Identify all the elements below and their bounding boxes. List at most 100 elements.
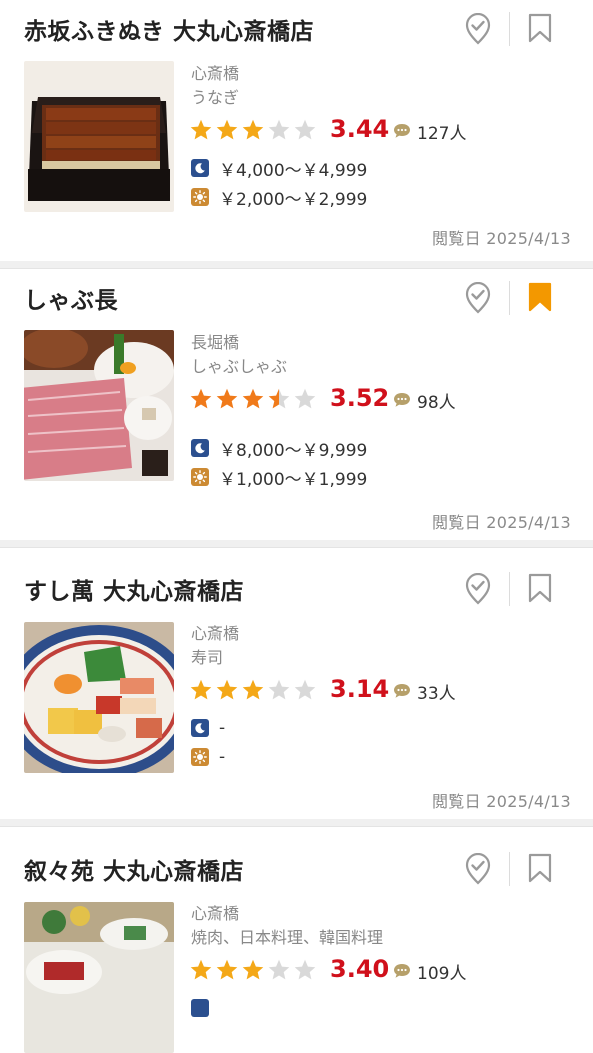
dinner-price-row: ￥4,000～￥4,999 [191,157,368,181]
bookmark-button[interactable] [525,850,555,886]
review-count[interactable]: 127人 [393,119,467,144]
visited-check-button[interactable] [463,572,493,606]
lunch-price: ￥1,000～￥1,999 [219,469,368,490]
star-filled-icon [242,679,264,700]
lunch-price: ￥2,000～￥2,999 [219,189,368,210]
visited-check-icon [465,13,491,45]
rating-score: 3.14 [330,675,390,703]
dinner-price-row: - [191,717,225,739]
restaurant-name[interactable]: すし萬 大丸心斎橋店 [24,572,244,606]
unagi-box-icon [24,61,174,212]
review-count-label: 98人 [417,392,456,413]
restaurant-area: 長堀橋 [191,333,240,352]
viewed-date: 閲覧日 2025/4/13 [431,513,571,532]
sun-icon [191,188,209,206]
yakiniku-course-icon [24,902,174,1053]
moon-icon [191,159,209,177]
shabu-beef-icon [24,330,174,481]
restaurant-area: 心斎橋 [191,64,240,83]
review-count-label: 33人 [417,683,456,704]
review-count[interactable]: 98人 [393,388,456,413]
star-empty-icon [294,679,316,700]
bookmark-icon [528,573,552,603]
star-empty-icon [268,959,290,980]
bookmark-button[interactable] [525,279,555,315]
star-empty-icon [294,959,316,980]
star-empty-icon [294,119,316,140]
restaurant-area: 心斎橋 [191,624,240,643]
dinner-price: ￥8,000～￥9,999 [219,440,368,461]
restaurant-photo[interactable] [24,902,174,1053]
viewed-date: 閲覧日 2025/4/13 [431,792,571,811]
dinner-price: - [219,718,226,738]
star-half-icon [268,388,290,409]
sun-icon [191,748,209,766]
moon-icon [191,999,209,1017]
comment-icon [394,124,410,138]
star-empty-icon [268,679,290,700]
star-filled-icon [190,679,212,700]
lunch-price-row: - [191,746,225,768]
dinner-price-row: ￥8,000～￥9,999 [191,437,368,461]
star-filled-icon [216,959,238,980]
rating-score: 3.44 [330,115,390,143]
restaurant-genre: しゃぶしゃぶ [191,357,288,376]
lunch-price-row: ￥2,000～￥2,999 [191,186,368,210]
review-count[interactable]: 109人 [393,959,467,984]
visited-check-button[interactable] [463,852,493,886]
review-count[interactable]: 33人 [393,679,456,704]
sushi-platter-icon [24,622,174,773]
dinner-price: ￥4,000～￥4,999 [219,160,368,181]
star-filled-icon [242,119,264,140]
visited-check-icon [465,573,491,605]
dinner-price-row [191,997,209,1019]
viewed-date: 閲覧日 2025/4/13 [431,229,571,248]
comment-icon [394,684,410,698]
restaurant-photo[interactable] [24,622,174,773]
star-filled-icon [242,959,264,980]
restaurant-genre: 焼肉、日本料理、韓国料理 [191,928,384,947]
lunch-price: - [219,747,226,767]
visited-check-icon [465,282,491,314]
bookmark-filled-icon [528,282,552,312]
star-filled-icon [242,388,264,409]
review-count-label: 109人 [417,963,467,984]
review-count-label: 127人 [417,123,467,144]
sun-icon [191,468,209,486]
restaurant-photo[interactable] [24,61,174,212]
restaurant-genre: うなぎ [191,88,240,107]
visited-check-button[interactable] [463,12,493,46]
restaurant-name[interactable]: しゃぶ長 [24,281,118,315]
bookmark-icon [528,853,552,883]
rating-stars [189,118,317,144]
restaurant-card[interactable]: しゃぶ長 長堀橋 しゃぶしゃぶ 3.52 98人 ￥8,000～￥9,999 ￥… [0,268,593,532]
rating-stars [189,958,317,984]
restaurant-card[interactable]: 叙々苑 大丸心斎橋店 心斎橋 焼肉、日本料理、韓国料理 3.40 109人 [0,826,593,1053]
restaurant-name[interactable]: 叙々苑 大丸心斎橋店 [24,852,244,886]
divider [509,281,510,315]
star-filled-icon [216,679,238,700]
visited-check-icon [465,853,491,885]
star-filled-icon [190,959,212,980]
divider [509,12,510,46]
restaurant-photo[interactable] [24,330,174,481]
rating-stars [189,678,317,704]
restaurant-card[interactable]: 赤坂ふきぬき 大丸心斎橋店 心斎橋 うなぎ 3.44 127人 ￥4,000～￥… [0,0,593,261]
visited-check-button[interactable] [463,281,493,315]
rating-score: 3.52 [330,384,390,412]
moon-icon [191,719,209,737]
divider [509,572,510,606]
comment-icon [394,393,410,407]
divider [509,852,510,886]
bookmark-icon [528,13,552,43]
restaurant-card[interactable]: すし萬 大丸心斎橋店 心斎橋 寿司 3.14 33人 - - 閲覧日 2025/… [0,547,593,811]
star-filled-icon [216,119,238,140]
star-filled-icon [190,388,212,409]
moon-icon [191,439,209,457]
comment-icon [394,964,410,978]
star-empty-icon [268,119,290,140]
bookmark-button[interactable] [525,570,555,606]
bookmark-button[interactable] [525,10,555,46]
restaurant-name[interactable]: 赤坂ふきぬき 大丸心斎橋店 [24,12,314,46]
restaurant-area: 心斎橋 [191,904,240,923]
